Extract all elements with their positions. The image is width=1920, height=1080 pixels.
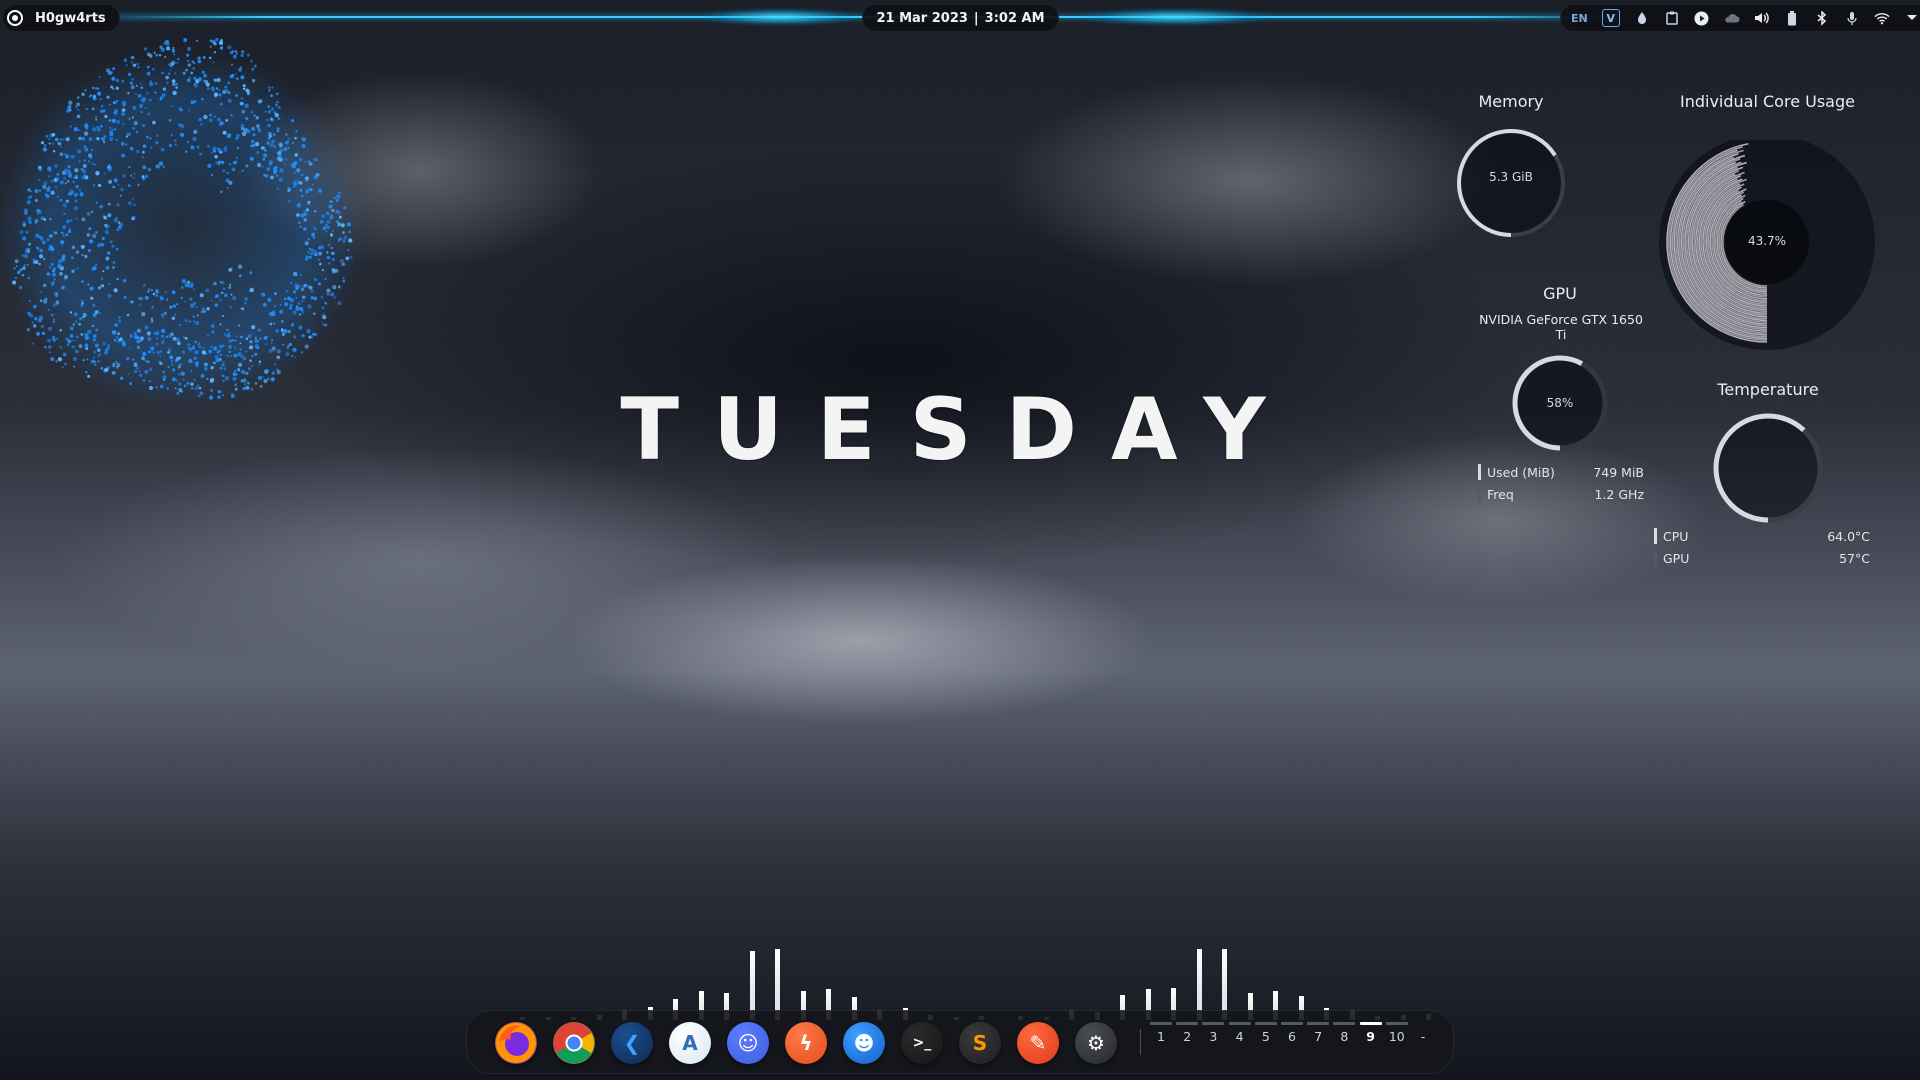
temp-cpu-row: CPU 64.0°C [1654,528,1870,544]
workspace-7[interactable]: 7 [1306,1022,1330,1044]
workspace-label: 5 [1261,1029,1270,1044]
workspace-5[interactable]: 5 [1254,1022,1278,1044]
firefox-icon[interactable] [495,1022,537,1064]
workspace-1[interactable]: 1 [1149,1022,1173,1044]
dock-divider [1140,1029,1141,1055]
clock-separator: | [973,10,979,26]
workspace-more[interactable]: - [1411,1029,1435,1044]
color-picker-icon[interactable] [1634,10,1650,26]
workspace-label: 1 [1157,1029,1165,1044]
finder-icon[interactable]: ☻ [843,1022,885,1064]
temp-cpu-label: CPU [1663,528,1689,544]
microphone-icon[interactable] [1844,10,1860,26]
temp-cpu-value: 64.0°C [1827,528,1870,544]
workspace-label: 9 [1366,1029,1375,1044]
temp-cpu-swatch [1654,528,1657,544]
workspace-label: 2 [1183,1029,1192,1044]
gpu-freq-swatch [1478,486,1481,502]
workspace-label: 10 [1388,1029,1405,1044]
audio-visualizer [500,920,1431,1020]
workspace-indicator [1333,1022,1356,1025]
core-usage-rings [1659,140,1875,350]
gpu-freq-value: 1.2 GHz [1594,486,1645,502]
gpu-freq-label: Freq [1487,486,1514,502]
workspace-indicator [1228,1022,1251,1025]
gpu-value: 58% [1546,396,1574,410]
volume-icon[interactable] [1754,10,1770,26]
gpu-title: GPU [1543,284,1577,303]
particle-orb-visualizer [0,38,360,408]
workspace-indicator [1254,1022,1277,1025]
workspace-10[interactable]: 10 [1385,1022,1409,1044]
clipboard-icon[interactable] [1664,10,1680,26]
gpu-used-row: Used (MiB) 749 MiB [1478,464,1644,480]
workspace-indicator [1202,1022,1225,1025]
workspace-6[interactable]: 6 [1280,1022,1304,1044]
vscode-icon[interactable]: ❮ [611,1022,653,1064]
day-of-week: TUESDAY [620,380,1300,480]
workspace-2[interactable]: 2 [1175,1022,1199,1044]
terminal-icon[interactable]: >_ [901,1022,943,1064]
gpu-model: NVIDIA GeForce GTX 1650 Ti [1479,312,1643,342]
hostname-label: H0gw4rts [35,10,106,26]
workspace-indicator [1281,1022,1303,1025]
workspace-label: 6 [1288,1029,1296,1044]
workspace-label: 3 [1209,1029,1218,1044]
discord-icon[interactable]: ☺ [727,1022,769,1064]
media-play-icon[interactable] [1694,10,1710,26]
lightning-app-icon[interactable]: ϟ [785,1022,827,1064]
gpu-used-label: Used (MiB) [1487,464,1555,480]
clock[interactable]: 21 Mar 2023 | 3:02 AM [862,4,1059,32]
workspace-indicator [1176,1022,1199,1025]
workspace-indicator [1150,1022,1172,1025]
settings-icon[interactable]: ⚙ [1075,1022,1117,1064]
chrome-icon[interactable] [553,1022,595,1064]
workspace-4[interactable]: 4 [1228,1022,1252,1044]
android-studio-icon[interactable]: A [669,1022,711,1064]
workspace-label: - [1420,1029,1426,1044]
temp-gpu-label: GPU [1663,550,1690,566]
v-app-icon[interactable]: V [1601,9,1620,27]
core-usage-value: 43.7% [1747,234,1787,248]
language-indicator[interactable]: EN [1571,10,1588,26]
cloud-icon[interactable] [1724,10,1740,26]
temperature-ring [1713,413,1823,523]
bluetooth-icon[interactable] [1814,10,1830,26]
dock: ❮ A ☺ ϟ ☻ >_ S ✎ ⚙ 1 2 3 4 5 6 7 8 9 10- [466,1010,1454,1074]
workspace-9[interactable]: 9 [1359,1022,1383,1044]
memory-value: 5.3 GiB [1489,170,1533,184]
temp-gpu-row: GPU 57°C [1654,550,1870,566]
audio-wave-peak [1080,8,1270,26]
launcher-button[interactable]: H0gw4rts [2,4,120,32]
core-usage-title: Individual Core Usage [1680,92,1855,111]
top-bar: H0gw4rts 21 Mar 2023 | 3:02 AM EN V [0,0,1920,34]
date-label: 21 Mar 2023 [876,10,968,26]
time-label: 3:02 AM [984,10,1045,26]
battery-icon[interactable] [1784,10,1800,26]
sublime-text-icon[interactable]: S [959,1022,1001,1064]
workspace-label: 8 [1340,1029,1349,1044]
workspace-label: 4 [1235,1029,1244,1044]
workspace-label: 7 [1314,1029,1323,1044]
gpu-used-value: 749 MiB [1593,464,1644,480]
memory-title: Memory [1478,92,1544,111]
gpu-used-swatch [1478,464,1481,480]
text-editor-icon[interactable]: ✎ [1017,1022,1059,1064]
launcher-icon [7,10,23,26]
workspace-indicator [1359,1022,1382,1025]
temperature-title: Temperature [1717,380,1819,399]
workspace-indicator [1385,1022,1408,1025]
temp-gpu-swatch [1654,550,1657,566]
gpu-freq-row: Freq 1.2 GHz [1478,486,1644,502]
temp-gpu-value: 57°C [1839,550,1870,566]
arrow-down-icon[interactable] [1904,10,1920,26]
workspace-8[interactable]: 8 [1332,1022,1356,1044]
audio-wave-peak [700,8,860,26]
system-tray: EN V [1560,4,1920,32]
wifi-icon[interactable] [1874,10,1890,26]
workspace-3[interactable]: 3 [1201,1022,1225,1044]
workspace-indicator [1307,1022,1330,1025]
